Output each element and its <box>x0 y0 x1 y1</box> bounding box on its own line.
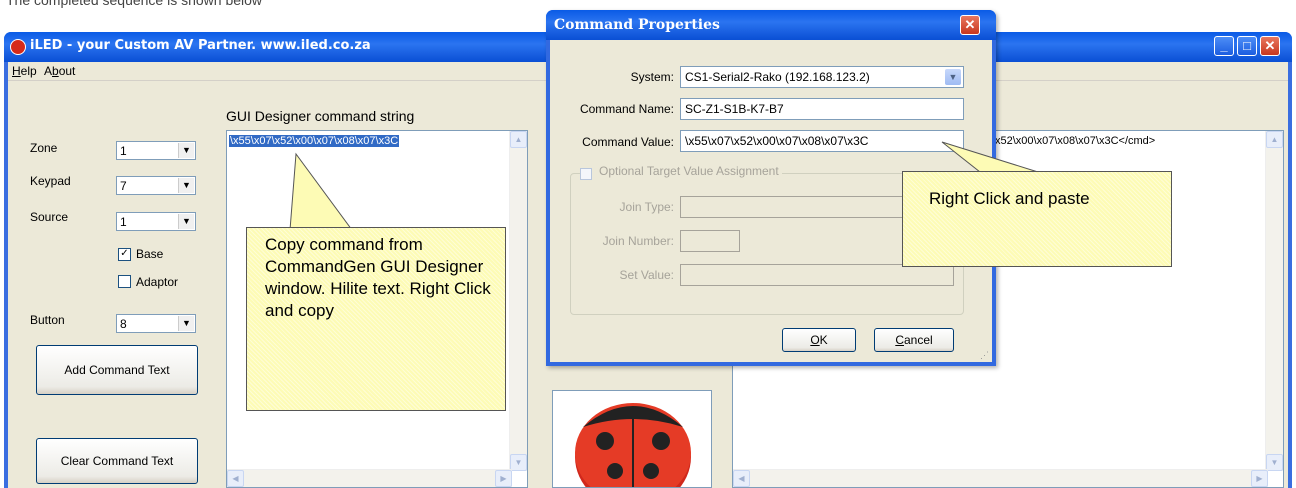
paste-instruction-text: Right Click and paste <box>929 189 1090 208</box>
ladybug-logo-icon <box>575 403 691 487</box>
dialog-title-bar[interactable]: Command Properties ✕ <box>546 10 996 40</box>
button-label: Button <box>30 313 65 327</box>
adaptor-label: Adaptor <box>136 275 179 289</box>
resize-grip-icon[interactable]: ⋰ <box>980 350 990 360</box>
menu-help[interactable]: Help <box>12 64 37 78</box>
logo-picture <box>552 390 712 488</box>
vertical-scrollbar[interactable]: ▲ ▼ <box>509 131 527 471</box>
zone-select[interactable]: 1 ▼ <box>116 141 196 160</box>
document-caption: The completed sequence is shown below <box>6 0 263 8</box>
source-label: Source <box>30 210 69 224</box>
scroll-up-icon[interactable]: ▲ <box>510 131 527 148</box>
dialog-close-button[interactable]: ✕ <box>960 15 980 35</box>
scroll-down-icon[interactable]: ▼ <box>1266 454 1283 471</box>
add-command-text-button[interactable]: Add Command Text <box>36 345 198 395</box>
minimize-button[interactable]: _ <box>1214 36 1234 56</box>
horizontal-scrollbar[interactable]: ◀ ▶ <box>733 469 1268 487</box>
join-type-label: Join Type: <box>619 200 674 214</box>
adaptor-checkbox[interactable] <box>118 275 131 288</box>
clear-command-text-button[interactable]: Clear Command Text <box>36 438 198 484</box>
command-value-label: Command Value: <box>582 135 674 149</box>
keypad-select[interactable]: 7 ▼ <box>116 176 196 195</box>
selected-command-text[interactable]: \x55\x07\x52\x00\x07\x08\x07\x3C <box>229 135 400 147</box>
dialog-title: Command Properties <box>554 17 720 33</box>
source-select[interactable]: 1 ▼ <box>116 212 196 231</box>
chevron-down-icon[interactable]: ▼ <box>178 178 194 193</box>
copy-instruction-text: Copy command from CommandGen GUI Designe… <box>265 235 491 320</box>
command-value-field[interactable]: \x55\x07\x52\x00\x07\x08\x07\x3C <box>680 130 964 152</box>
set-value-label: Set Value: <box>619 268 674 282</box>
command-name-label: Command Name: <box>579 102 674 116</box>
chevron-down-icon[interactable]: ▼ <box>178 214 194 229</box>
paste-instruction-callout: Right Click and paste <box>902 171 1172 267</box>
gui-designer-label: GUI Designer command string <box>226 108 415 124</box>
keypad-label: Keypad <box>30 174 71 188</box>
scroll-left-icon[interactable]: ◀ <box>227 470 244 487</box>
base-label: Base <box>136 247 164 261</box>
scroll-right-icon[interactable]: ▶ <box>1251 470 1268 487</box>
zone-label: Zone <box>30 141 58 155</box>
chevron-down-icon[interactable]: ▼ <box>178 316 194 331</box>
system-label: System: <box>630 70 674 84</box>
system-select[interactable]: CS1-Serial2-Rako (192.168.123.2) ▼ <box>680 66 964 88</box>
chevron-down-icon[interactable]: ▼ <box>178 143 194 158</box>
base-checkbox[interactable]: ✓ <box>118 248 131 261</box>
chevron-down-icon[interactable]: ▼ <box>945 69 961 85</box>
scroll-down-icon[interactable]: ▼ <box>510 454 527 471</box>
button-select[interactable]: 8 ▼ <box>116 314 196 333</box>
scroll-up-icon[interactable]: ▲ <box>1266 131 1283 148</box>
callout-pointer <box>289 152 353 230</box>
optional-target-legend: Optional Target Value Assignment <box>580 164 782 180</box>
vertical-scrollbar[interactable]: ▲ ▼ <box>1265 131 1283 471</box>
maximize-button[interactable]: □ <box>1237 36 1257 56</box>
optional-target-checkbox[interactable] <box>580 168 592 180</box>
scroll-right-icon[interactable]: ▶ <box>495 470 512 487</box>
optional-target-label: Optional Target Value Assignment <box>599 164 779 178</box>
cancel-button[interactable]: Cancel <box>874 328 954 352</box>
set-value-field[interactable] <box>680 264 954 286</box>
menu-about[interactable]: About <box>44 64 75 78</box>
close-button[interactable]: ✕ <box>1260 36 1280 56</box>
ok-button[interactable]: OK <box>782 328 856 352</box>
join-number-field[interactable] <box>680 230 740 252</box>
scroll-left-icon[interactable]: ◀ <box>733 470 750 487</box>
join-number-label: Join Number: <box>602 234 674 248</box>
horizontal-scrollbar[interactable]: ◀ ▶ <box>227 469 512 487</box>
ladybug-app-icon <box>10 39 26 55</box>
copy-instruction-callout: Copy command from CommandGen GUI Designe… <box>246 227 506 411</box>
main-window-title: iLED - your Custom AV Partner. www.iled.… <box>30 38 371 53</box>
command-name-field[interactable]: SC-Z1-S1B-K7-B7 <box>680 98 964 120</box>
